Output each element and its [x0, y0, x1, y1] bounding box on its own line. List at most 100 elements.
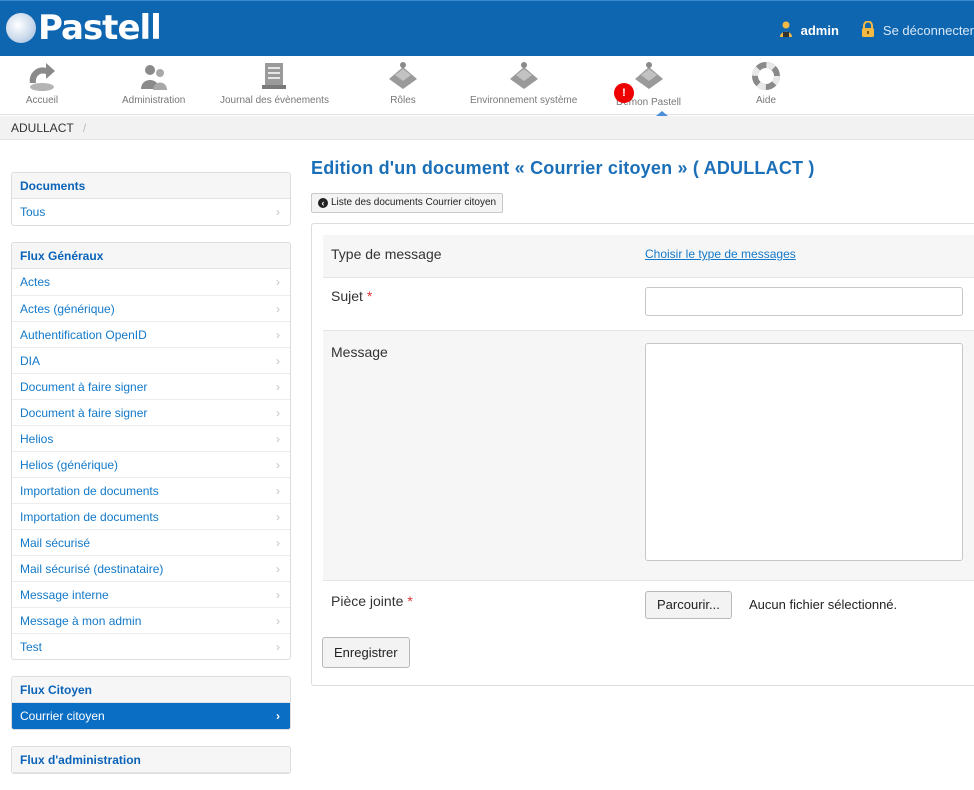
- panel-title-documents: Documents: [12, 173, 290, 199]
- required-asterisk: *: [407, 593, 413, 609]
- toolbar-item-journal[interactable]: Journal des évènements: [220, 61, 329, 106]
- toolbar-label-administration: Administration: [122, 95, 186, 106]
- user-name-link[interactable]: admin: [801, 23, 839, 38]
- alert-badge: !: [614, 83, 634, 103]
- sidebar-item-label: Authentification OpenID: [20, 328, 147, 342]
- breadcrumb-separator: /: [82, 121, 87, 135]
- sidebar-item-dia[interactable]: DIA ›: [12, 347, 290, 373]
- toolbar-item-administration[interactable]: Administration: [122, 61, 185, 106]
- lock-icon: [861, 20, 875, 40]
- sidebar-item-label: Importation de documents: [20, 510, 159, 524]
- user-area: admin Se déconnecter: [779, 20, 974, 40]
- sidebar-item-actes[interactable]: Actes ›: [12, 269, 290, 295]
- sidebar-item-helios[interactable]: Helios ›: [12, 425, 290, 451]
- toolbar-item-roles[interactable]: Rôles: [385, 61, 421, 106]
- sidebar-item-courrier-citoyen[interactable]: Courrier citoyen ›: [12, 703, 290, 729]
- attachment-label: Pièce jointe *: [331, 593, 413, 609]
- sidebar-item-mail-securise-destinataire[interactable]: Mail sécurisé (destinataire) ›: [12, 555, 290, 581]
- sidebar-item-document-a-faire-signer[interactable]: Document à faire signer ›: [12, 373, 290, 399]
- sidebar: Documents Tous › Flux Généraux Actes › Ac…: [11, 172, 291, 790]
- sidebar-item-importation-documents-2[interactable]: Importation de documents ›: [12, 503, 290, 529]
- subject-label: Sujet *: [331, 288, 373, 304]
- back-to-list-label: Liste des documents Courrier citoyen: [331, 197, 497, 208]
- puzzle-icon: [509, 62, 538, 89]
- sidebar-item-test[interactable]: Test ›: [12, 633, 290, 659]
- panel-flux-generaux: Flux Généraux Actes › Actes (générique) › …: [11, 242, 291, 660]
- subject-input[interactable]: [645, 287, 963, 316]
- sidebar-item-label: Document à faire signer: [20, 380, 148, 394]
- logo-text: Pastell: [38, 8, 162, 48]
- chevron-right-icon: ›: [276, 562, 280, 576]
- toolbar-item-aide[interactable]: Aide: [748, 61, 784, 106]
- sidebar-item-label: Actes: [20, 275, 51, 289]
- sidebar-item-tous[interactable]: Tous ›: [12, 199, 290, 225]
- chevron-right-icon: ›: [276, 406, 280, 420]
- panel-flux-citoyen: Flux Citoyen Courrier citoyen ›: [11, 676, 291, 730]
- save-button[interactable]: Enregistrer: [322, 637, 410, 668]
- panel-title-flux-citoyen: Flux Citoyen: [12, 677, 290, 703]
- form-row-message: Message: [323, 331, 974, 581]
- main-content: Edition d'un document « Courrier citoyen…: [311, 156, 974, 686]
- puzzle-icon: [389, 62, 417, 89]
- toolbar-label-accueil: Accueil: [25, 95, 59, 106]
- journal-icon: [262, 63, 287, 89]
- toolbar-item-accueil[interactable]: Accueil: [24, 61, 60, 106]
- sidebar-item-label: Actes (générique): [20, 302, 115, 316]
- toolbar-label-aide: Aide: [755, 95, 776, 106]
- toolbar-item-demon[interactable]: Démon Pastell !: [614, 61, 681, 108]
- users-icon: [140, 65, 167, 90]
- main-toolbar: Accueil Administration Journal des évène…: [0, 57, 974, 116]
- chevron-right-icon: ›: [276, 709, 280, 723]
- message-textarea[interactable]: [645, 343, 963, 561]
- sidebar-item-label: Importation de documents: [20, 484, 159, 498]
- back-to-list-button[interactable]: ‹ Liste des documents Courrier citoyen: [311, 193, 504, 213]
- no-file-selected-text: Aucun fichier sélectionné.: [749, 597, 898, 612]
- sidebar-item-message-a-mon-admin[interactable]: Message à mon admin ›: [12, 607, 290, 633]
- chevron-right-icon: ›: [276, 536, 280, 550]
- form-row-attachment: Pièce jointe * Parcourir... Aucun fichier…: [323, 581, 974, 627]
- breadcrumb-entity[interactable]: ADULLACT: [11, 121, 73, 135]
- required-asterisk: *: [366, 288, 373, 304]
- chevron-right-icon: ›: [276, 432, 280, 446]
- chevron-right-icon: ›: [276, 275, 280, 289]
- form-row-subject: Sujet *: [323, 278, 974, 331]
- sidebar-item-authentification-openid[interactable]: Authentification OpenID ›: [12, 321, 290, 347]
- chevron-right-icon: ›: [276, 640, 280, 654]
- chevron-right-icon: ›: [276, 510, 280, 524]
- type-message-label: Type de message: [331, 246, 442, 262]
- sidebar-item-label: Helios (générique): [20, 458, 119, 472]
- toolbar-label-journal: Journal des évènements: [220, 95, 329, 106]
- toolbar-item-environnement[interactable]: Environnement système: [470, 61, 577, 106]
- pastell-logo[interactable]: Pastell: [6, 7, 162, 49]
- sidebar-item-label: Courrier citoyen: [20, 709, 105, 723]
- chevron-right-icon: ›: [276, 484, 280, 498]
- chevron-right-icon: ›: [276, 328, 280, 342]
- sidebar-item-importation-documents[interactable]: Importation de documents ›: [12, 477, 290, 503]
- panel-documents: Documents Tous ›: [11, 172, 291, 226]
- toolbar-label-environnement: Environnement système: [470, 95, 578, 106]
- chevron-right-icon: ›: [276, 205, 280, 219]
- sidebar-item-label: Helios: [20, 432, 54, 446]
- sidebar-item-actes-generique[interactable]: Actes (générique) ›: [12, 295, 290, 321]
- choose-message-type-link[interactable]: Choisir le type de messages: [645, 247, 796, 261]
- chevron-right-icon: ›: [276, 302, 280, 316]
- lifebuoy-icon: [752, 62, 780, 90]
- puzzle-icon: [634, 62, 663, 89]
- chevron-right-icon: ›: [276, 354, 280, 368]
- panel-flux-administration: Flux d'administration: [11, 746, 291, 774]
- breadcrumb: ADULLACT /: [0, 116, 974, 140]
- sidebar-item-helios-generique[interactable]: Helios (générique) ›: [12, 451, 290, 477]
- arrow-left-circle-icon: ‹: [318, 198, 328, 208]
- sidebar-item-message-interne[interactable]: Message interne ›: [12, 581, 290, 607]
- sidebar-item-mail-securise[interactable]: Mail sécurisé ›: [12, 529, 290, 555]
- chevron-right-icon: ›: [276, 458, 280, 472]
- sidebar-item-label: Mail sécurisé (destinataire): [20, 562, 164, 576]
- browse-file-button[interactable]: Parcourir...: [645, 591, 732, 619]
- logout-link[interactable]: Se déconnecter: [883, 23, 974, 38]
- panel-title-flux-generaux: Flux Généraux: [12, 243, 290, 269]
- chevron-right-icon: ›: [276, 614, 280, 628]
- user-icon: [779, 21, 793, 40]
- sidebar-item-label: Message à mon admin: [20, 614, 142, 628]
- sidebar-item-document-a-faire-signer-2[interactable]: Document à faire signer ›: [12, 399, 290, 425]
- panel-title-flux-administration: Flux d'administration: [12, 747, 290, 773]
